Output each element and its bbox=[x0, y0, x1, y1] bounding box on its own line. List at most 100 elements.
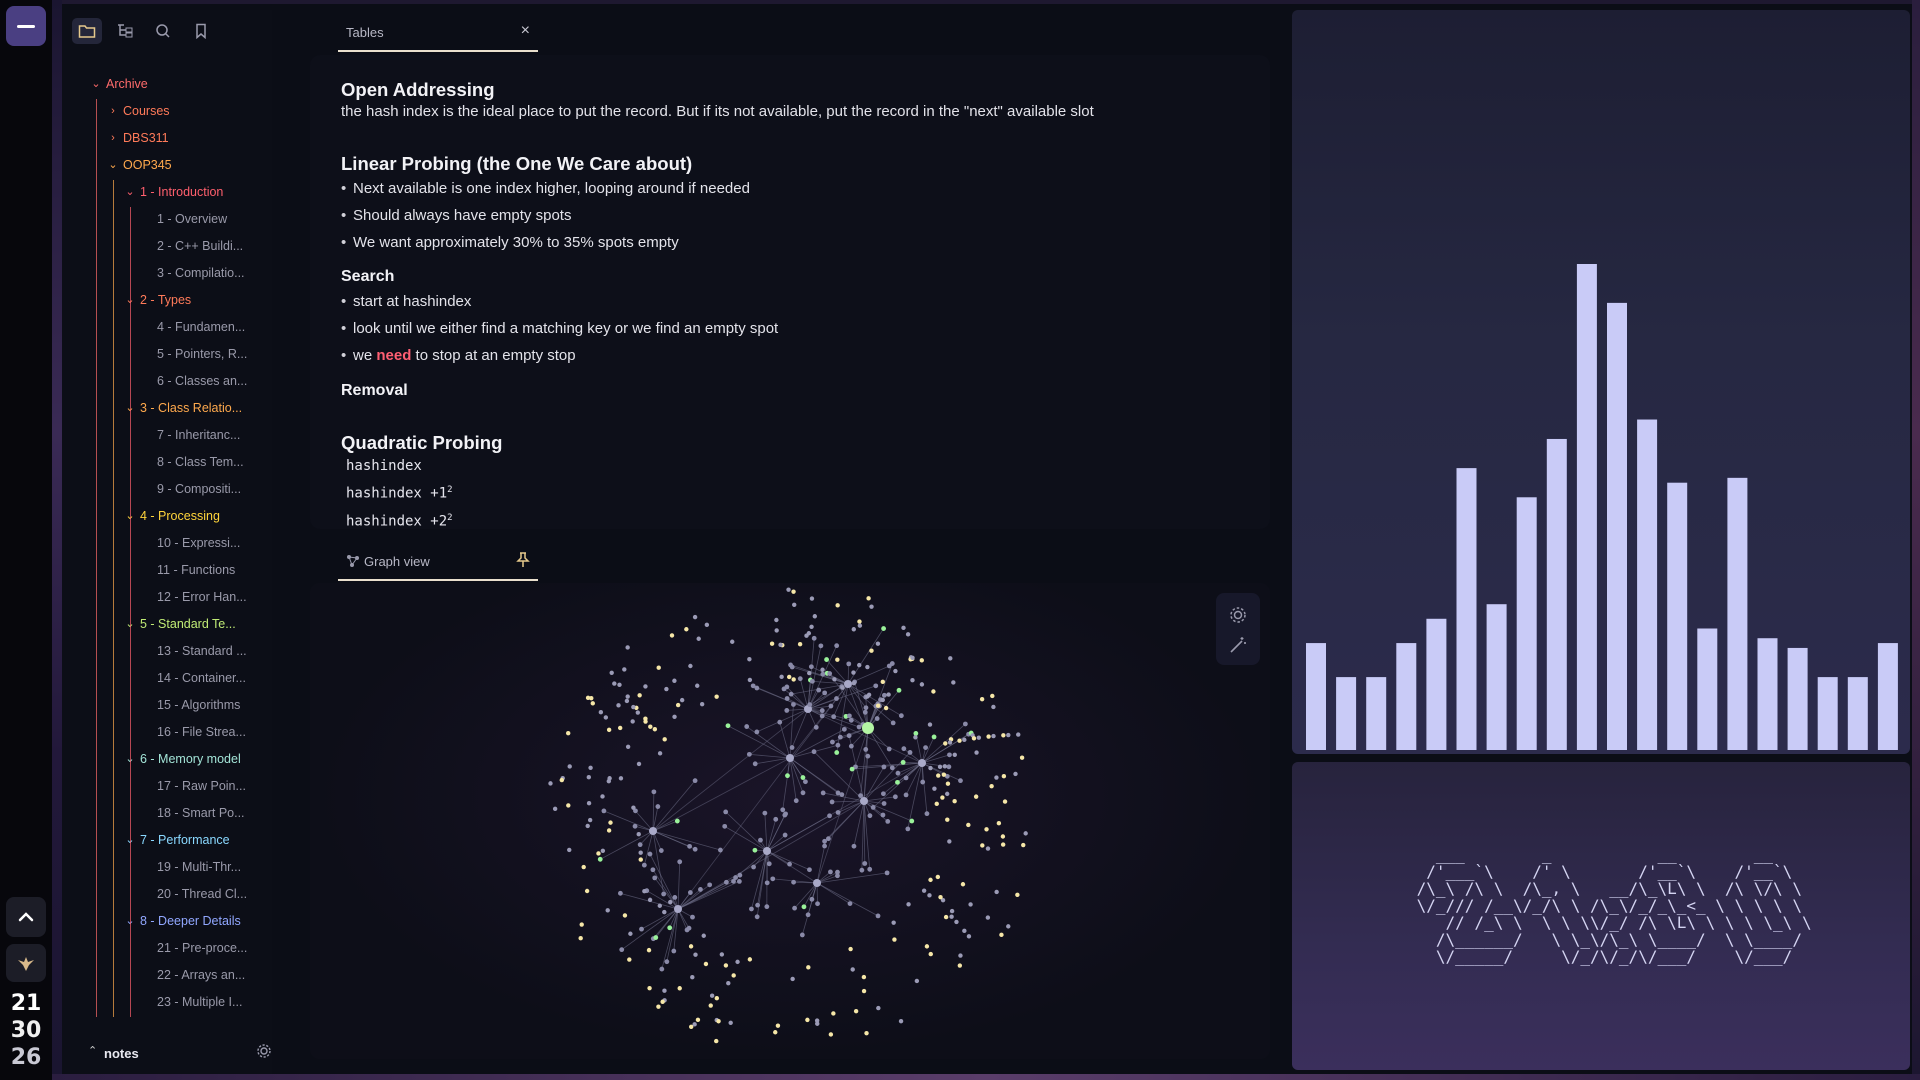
graph-node[interactable] bbox=[815, 1021, 820, 1026]
graph-node[interactable] bbox=[985, 846, 991, 851]
graph-node[interactable] bbox=[684, 927, 690, 933]
graph-node[interactable] bbox=[913, 730, 919, 736]
graph-node[interactable] bbox=[790, 976, 795, 982]
graph-node[interactable] bbox=[637, 693, 642, 698]
graph-node[interactable] bbox=[752, 761, 758, 767]
chevron-right-icon[interactable]: › bbox=[107, 99, 119, 123]
graph-node[interactable] bbox=[816, 687, 822, 693]
tree-folder[interactable]: ⌄ Archive bbox=[62, 72, 272, 99]
graph-node[interactable] bbox=[984, 827, 989, 832]
graph-node[interactable] bbox=[731, 973, 736, 978]
graph-node[interactable] bbox=[800, 790, 806, 796]
graph-node[interactable] bbox=[1015, 892, 1020, 898]
graph-node[interactable] bbox=[853, 1008, 859, 1014]
graph-node[interactable] bbox=[822, 838, 827, 844]
graph-node[interactable] bbox=[791, 677, 796, 682]
graph-node[interactable] bbox=[625, 645, 630, 650]
graph-node[interactable] bbox=[719, 952, 725, 957]
graph-node[interactable] bbox=[889, 661, 895, 666]
graph-node[interactable] bbox=[735, 959, 740, 965]
graph-node[interactable] bbox=[600, 848, 606, 853]
graph-node[interactable] bbox=[650, 867, 656, 873]
graph-node[interactable] bbox=[660, 999, 665, 1004]
graph-node[interactable] bbox=[764, 880, 770, 886]
vault-switcher[interactable]: ⌃ notes bbox=[62, 1029, 272, 1075]
graph-node[interactable] bbox=[800, 775, 806, 780]
graph-node[interactable] bbox=[687, 843, 692, 849]
graph-node[interactable] bbox=[962, 721, 968, 727]
graph-node[interactable] bbox=[994, 889, 999, 895]
graph-node[interactable] bbox=[787, 674, 792, 680]
graph-node[interactable] bbox=[566, 803, 571, 808]
graph-node[interactable] bbox=[664, 959, 670, 965]
graph-node[interactable] bbox=[949, 908, 955, 914]
graph-node[interactable] bbox=[867, 866, 873, 872]
graph-node[interactable] bbox=[994, 775, 999, 780]
graph-node[interactable] bbox=[918, 759, 926, 767]
graph-node[interactable] bbox=[603, 715, 609, 720]
graph-node[interactable] bbox=[791, 702, 796, 707]
graph-node[interactable] bbox=[829, 799, 835, 805]
graph-node[interactable] bbox=[822, 690, 828, 696]
graph-node[interactable] bbox=[653, 935, 659, 940]
graph-node[interactable] bbox=[1001, 774, 1007, 779]
graph-node[interactable] bbox=[641, 862, 647, 868]
graph-node[interactable] bbox=[892, 937, 897, 942]
graph-node[interactable] bbox=[924, 811, 930, 817]
graph-node[interactable] bbox=[699, 701, 705, 707]
tree-file[interactable]: 2 - C++ Buildi... bbox=[62, 234, 272, 261]
graph-node[interactable] bbox=[976, 735, 982, 740]
graph-node[interactable] bbox=[780, 807, 786, 813]
graph-node[interactable] bbox=[638, 850, 643, 855]
graph-node[interactable] bbox=[951, 680, 956, 685]
graph-node[interactable] bbox=[627, 957, 632, 962]
graph-node[interactable] bbox=[647, 851, 653, 857]
graph-node[interactable] bbox=[647, 985, 652, 991]
graph-node[interactable] bbox=[786, 754, 794, 762]
tree-folder[interactable]: › Courses bbox=[62, 99, 272, 126]
graph-node[interactable] bbox=[952, 799, 957, 804]
tree-file[interactable]: 7 - Inheritanc... bbox=[62, 423, 272, 450]
graph-node[interactable] bbox=[923, 745, 928, 750]
graph-node[interactable] bbox=[548, 781, 553, 786]
graph-node[interactable] bbox=[552, 806, 558, 812]
graph-node[interactable] bbox=[783, 811, 788, 817]
graph-node[interactable] bbox=[601, 808, 607, 814]
graph-node[interactable] bbox=[789, 745, 795, 750]
graph-node[interactable] bbox=[835, 810, 841, 815]
graph-node[interactable] bbox=[774, 617, 779, 623]
graph-node[interactable] bbox=[999, 932, 1004, 938]
graph-node[interactable] bbox=[606, 727, 612, 733]
graph-node[interactable] bbox=[797, 676, 803, 682]
graph-node[interactable] bbox=[841, 726, 847, 732]
graph-node[interactable] bbox=[643, 719, 648, 724]
graph-node[interactable] bbox=[616, 703, 621, 708]
graph-node[interactable] bbox=[657, 903, 662, 908]
graph-node[interactable] bbox=[749, 906, 754, 912]
graph-node[interactable] bbox=[688, 944, 694, 949]
graph-node[interactable] bbox=[679, 697, 685, 703]
tree-file[interactable]: 15 - Algorithms bbox=[62, 693, 272, 720]
graph-node[interactable] bbox=[807, 867, 812, 873]
graph-node[interactable] bbox=[606, 778, 612, 784]
graph-node[interactable] bbox=[737, 872, 743, 878]
graph-node[interactable] bbox=[962, 737, 967, 743]
graph-node[interactable] bbox=[651, 789, 657, 795]
graph-node[interactable] bbox=[754, 729, 760, 735]
graph-node[interactable] bbox=[559, 777, 565, 783]
graph-node[interactable] bbox=[690, 974, 695, 980]
graph-node[interactable] bbox=[991, 733, 996, 739]
graph-node[interactable] bbox=[828, 869, 833, 875]
graph-node[interactable] bbox=[861, 988, 867, 994]
graph-node[interactable] bbox=[928, 951, 933, 957]
graph-node[interactable] bbox=[809, 896, 815, 902]
graph-node[interactable] bbox=[907, 750, 913, 755]
graph-node[interactable] bbox=[957, 963, 963, 968]
graph-node[interactable] bbox=[932, 786, 937, 791]
graph-node[interactable] bbox=[931, 689, 936, 694]
graph-node[interactable] bbox=[692, 614, 698, 620]
graph-node[interactable] bbox=[943, 741, 948, 746]
graph-node[interactable] bbox=[1013, 771, 1018, 777]
graph-node[interactable] bbox=[867, 813, 873, 819]
graph-node[interactable] bbox=[865, 753, 871, 759]
